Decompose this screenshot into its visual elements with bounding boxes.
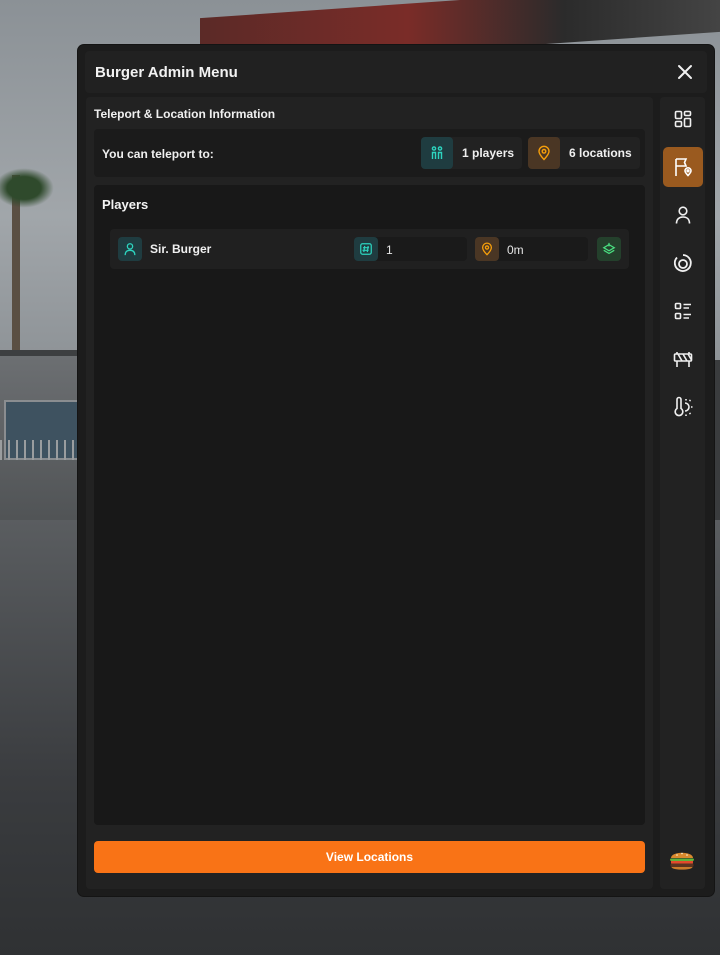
locations-count-chip: 6 locations [528,137,640,169]
players-icon [421,137,453,169]
location-pin-icon [475,237,499,261]
sidebar-item-dashboard[interactable] [663,99,703,139]
players-title: Players [102,197,149,212]
teleport-to-player-button[interactable] [597,237,621,261]
location-pin-icon [528,137,560,169]
teleport-info-bar: You can teleport to: 1 players 6 locatio… [94,129,645,177]
flag-location-icon [675,158,692,177]
barrier-icon [673,352,693,367]
sidebar-item-player[interactable] [663,195,703,235]
user-icon [118,237,142,261]
player-row[interactable]: Sir. Burger 1 0m [110,229,629,269]
list-icon [674,302,691,320]
sidebar-item-weather[interactable] [663,387,703,427]
sidebar-item-list[interactable] [663,291,703,331]
refresh-circle-icon [673,254,692,272]
burger-logo-icon [670,852,694,870]
main-content: Teleport & Location Information You can … [86,97,653,889]
weather-icon [674,396,693,417]
players-count-chip: 1 players [421,137,523,169]
admin-menu-window: Burger Admin Menu Teleport & Location In… [78,45,714,896]
titlebar: Burger Admin Menu [85,51,707,93]
teleport-label: You can teleport to: [102,147,214,161]
player-name: Sir. Burger [150,242,212,256]
user-icon [675,206,691,224]
player-id: 1 [386,243,393,257]
player-distance-field: 0m [475,237,588,261]
hash-icon [354,237,378,261]
player-distance: 0m [507,243,524,257]
view-locations-button[interactable]: View Locations [94,841,645,873]
close-icon [678,65,692,79]
close-button[interactable] [675,62,695,82]
players-panel: Players Sir. Burger 1 0m [94,185,645,825]
section-title: Teleport & Location Information [94,107,276,121]
background-palm-leaves [0,168,54,208]
window-title: Burger Admin Menu [95,63,238,81]
background-fence [0,440,85,460]
sidebar-item-barrier[interactable] [663,339,703,379]
sidebar-item-refresh[interactable] [663,243,703,283]
sidebar [660,97,705,889]
players-count: 1 players [462,146,515,160]
locations-count: 6 locations [569,146,632,160]
sidebar-item-teleport[interactable] [663,147,703,187]
layers-icon [602,242,616,255]
player-id-field: 1 [354,237,467,261]
dashboard-icon [674,110,692,128]
